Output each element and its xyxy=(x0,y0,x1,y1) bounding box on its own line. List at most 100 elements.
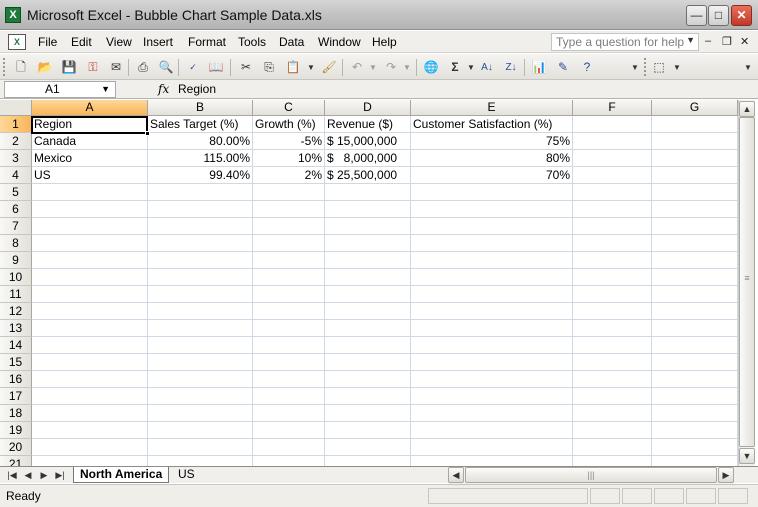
vertical-scrollbar[interactable]: ▲ ≡ ▼ xyxy=(738,100,755,466)
row-header-9[interactable]: 9 xyxy=(0,252,32,269)
research-icon[interactable]: 📖 xyxy=(207,59,225,76)
insert-function-icon[interactable]: fx xyxy=(158,82,169,96)
close-button[interactable]: ✕ xyxy=(731,5,752,26)
menu-format[interactable]: Format xyxy=(188,35,226,49)
toolbar-grip[interactable] xyxy=(644,58,648,76)
menu-file[interactable]: File xyxy=(38,35,57,49)
row-header-15[interactable]: 15 xyxy=(0,354,32,371)
horizontal-scroll-thumb[interactable]: ||| xyxy=(465,467,717,483)
menu-edit[interactable]: Edit xyxy=(71,35,92,49)
chart-wizard-icon[interactable]: 📊 xyxy=(530,59,548,76)
undo-dropdown-chevron-icon[interactable]: ▼ xyxy=(364,59,382,76)
row-header-11[interactable]: 11 xyxy=(0,286,32,303)
row-header-5[interactable]: 5 xyxy=(0,184,32,201)
cell-d3[interactable]: $ 8,000,000 xyxy=(325,150,410,167)
sort-descending-icon[interactable]: Z↓ xyxy=(502,59,520,76)
paste-icon[interactable]: 📋 xyxy=(284,59,302,76)
scroll-right-icon[interactable]: ▶ xyxy=(718,467,734,483)
menu-help[interactable]: Help xyxy=(372,35,397,49)
doc-close-button[interactable]: ✕ xyxy=(740,35,749,48)
formatting-options-chevron-icon[interactable]: ▼ xyxy=(739,59,757,76)
borders-icon[interactable]: ⬚ xyxy=(650,59,668,76)
menu-view[interactable]: View xyxy=(106,35,132,49)
print-icon[interactable]: ⎙ xyxy=(134,59,152,76)
column-header-f[interactable]: F xyxy=(573,100,652,116)
cell-a3[interactable]: Mexico xyxy=(32,150,147,167)
cell-e4[interactable]: 70% xyxy=(411,167,572,184)
open-icon[interactable]: 📂 xyxy=(36,59,54,76)
last-sheet-icon[interactable]: ▶| xyxy=(52,468,68,483)
row-header-17[interactable]: 17 xyxy=(0,388,32,405)
cell-a2[interactable]: Canada xyxy=(32,133,147,150)
row-header-18[interactable]: 18 xyxy=(0,405,32,422)
row-header-12[interactable]: 12 xyxy=(0,303,32,320)
sort-ascending-icon[interactable]: A↓ xyxy=(478,59,496,76)
formula-input[interactable]: Region xyxy=(178,82,216,96)
help-search-input[interactable]: Type a question for help ▼ xyxy=(551,33,699,51)
prev-sheet-icon[interactable]: ◀ xyxy=(20,468,36,483)
row-header-7[interactable]: 7 xyxy=(0,218,32,235)
row-header-16[interactable]: 16 xyxy=(0,371,32,388)
column-header-d[interactable]: D xyxy=(325,100,411,116)
row-header-21[interactable]: 21 xyxy=(0,456,32,466)
format-painter-icon[interactable]: 🖌 xyxy=(320,59,338,76)
permission-icon[interactable]: ⚿ xyxy=(84,59,102,76)
workbook-icon[interactable]: X xyxy=(8,34,26,50)
scroll-left-icon[interactable]: ◀ xyxy=(448,467,464,483)
row-header-19[interactable]: 19 xyxy=(0,422,32,439)
tab-us[interactable]: US xyxy=(172,467,201,483)
row-header-6[interactable]: 6 xyxy=(0,201,32,218)
cell-c2[interactable]: -5% xyxy=(253,133,324,150)
fill-handle[interactable] xyxy=(145,131,150,136)
toolbar-options-chevron-icon[interactable]: ▼ xyxy=(626,59,644,76)
help-icon[interactable]: ? xyxy=(578,59,596,76)
cell-e1[interactable]: Customer Satisfaction (%) xyxy=(411,116,572,133)
column-header-a[interactable]: A xyxy=(32,100,148,116)
row-header-10[interactable]: 10 xyxy=(0,269,32,286)
column-header-g[interactable]: G xyxy=(652,100,738,116)
cell-a4[interactable]: US xyxy=(32,167,147,184)
menu-data[interactable]: Data xyxy=(279,35,304,49)
paste-dropdown-chevron-icon[interactable]: ▼ xyxy=(302,59,320,76)
cell-d1[interactable]: Revenue ($) xyxy=(325,116,410,133)
menu-tools[interactable]: Tools xyxy=(238,35,266,49)
row-header-3[interactable]: 3 xyxy=(0,150,32,167)
cell-b3[interactable]: 115.00% xyxy=(148,150,252,167)
redo-dropdown-chevron-icon[interactable]: ▼ xyxy=(398,59,416,76)
new-icon[interactable]: 🗋 xyxy=(12,59,30,76)
copy-icon[interactable]: ⎘ xyxy=(260,59,278,76)
minimize-button[interactable]: — xyxy=(686,5,707,26)
next-sheet-icon[interactable]: ▶ xyxy=(36,468,52,483)
email-icon[interactable]: ✉ xyxy=(107,59,125,76)
chevron-down-icon[interactable]: ▼ xyxy=(101,82,110,97)
print-preview-icon[interactable]: 🔍 xyxy=(157,59,175,76)
row-header-20[interactable]: 20 xyxy=(0,439,32,456)
cell-b1[interactable]: Sales Target (%) xyxy=(148,116,252,133)
first-sheet-icon[interactable]: |◀ xyxy=(4,468,20,483)
cell-d2[interactable]: $ 15,000,000 xyxy=(325,133,410,150)
row-header-8[interactable]: 8 xyxy=(0,235,32,252)
excel-app-icon[interactable]: X xyxy=(5,7,21,23)
cell-b4[interactable]: 99.40% xyxy=(148,167,252,184)
row-header-4[interactable]: 4 xyxy=(0,167,32,184)
toolbar-grip[interactable] xyxy=(3,58,7,76)
save-icon[interactable]: 💾 xyxy=(60,59,78,76)
maximize-button[interactable]: □ xyxy=(708,5,729,26)
vertical-scroll-thumb[interactable]: ≡ xyxy=(739,117,755,447)
scroll-down-icon[interactable]: ▼ xyxy=(739,448,755,464)
name-box[interactable]: A1 ▼ xyxy=(4,81,116,98)
hyperlink-icon[interactable]: 🌐 xyxy=(422,59,440,76)
worksheet-grid[interactable]: A B C D E F G 1 2 3 4 5 6 7 8 9 10 11 12 13 14 15 16 17 18 19 20 21… xyxy=(0,100,738,466)
column-header-e[interactable]: E xyxy=(411,100,573,116)
menu-insert[interactable]: Insert xyxy=(143,35,173,49)
doc-minimize-button[interactable]: – xyxy=(705,35,711,47)
cell-e3[interactable]: 80% xyxy=(411,150,572,167)
cell-e2[interactable]: 75% xyxy=(411,133,572,150)
cut-icon[interactable]: ✂ xyxy=(237,59,255,76)
spelling-icon[interactable]: ✓ xyxy=(184,59,202,76)
tab-north-america[interactable]: North America xyxy=(73,467,170,483)
scroll-up-icon[interactable]: ▲ xyxy=(739,101,755,117)
menu-window[interactable]: Window xyxy=(318,35,361,49)
doc-restore-button[interactable]: ❐ xyxy=(722,35,732,48)
cell-d4[interactable]: $ 25,500,000 xyxy=(325,167,410,184)
